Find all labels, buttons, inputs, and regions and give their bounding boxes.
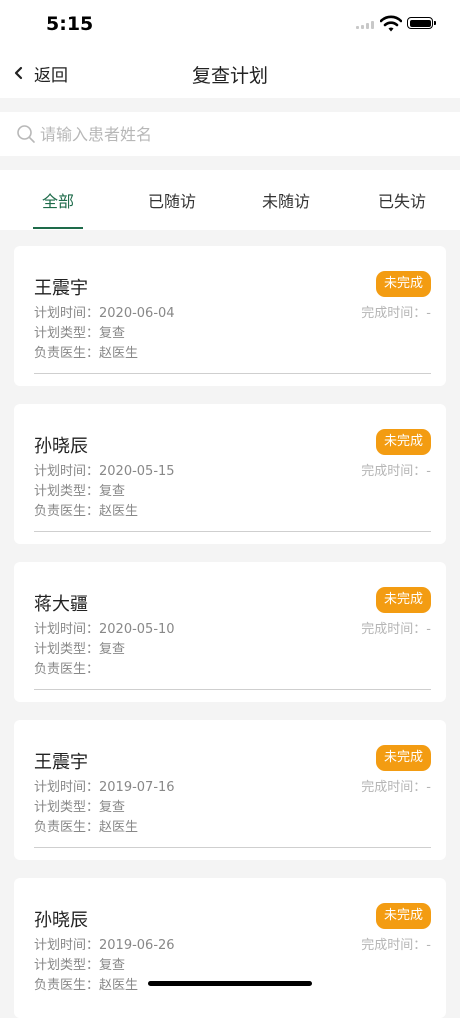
- patient-name: 蒋大疆: [34, 594, 88, 615]
- doctor-line: 负责医生：赵医生: [34, 346, 139, 361]
- card-divider: [34, 689, 431, 690]
- filter-tabs: 全部 已随访 未随访 已失访: [0, 170, 460, 230]
- tab-lost-follow-up[interactable]: 已失访: [354, 170, 450, 230]
- patient-name: 王震宇: [34, 752, 88, 773]
- wifi-icon: [380, 15, 402, 32]
- patient-name: 王震宇: [34, 278, 88, 299]
- complete-time: 完成时间：-: [361, 780, 431, 795]
- status-badge: 未完成: [375, 271, 431, 297]
- navigation-bar: 返回 复查计划: [0, 48, 460, 98]
- card-divider: [34, 847, 431, 848]
- status-badge: 未完成: [375, 745, 431, 771]
- plan-type-line: 计划类型：复查: [34, 800, 126, 815]
- doctor-line: 负责医生：赵医生: [34, 820, 139, 835]
- plan-type-line: 计划类型：复查: [34, 484, 126, 499]
- status-badge: 未完成: [375, 429, 431, 455]
- card-divider: [34, 373, 431, 374]
- plan-card[interactable]: 王震宇 未完成 计划时间：2019-07-16 完成时间：- 计划类型：复查 负…: [14, 720, 446, 860]
- tab-all[interactable]: 全部: [10, 170, 106, 230]
- doctor-line: 负责医生：赵医生: [34, 978, 139, 993]
- status-badge: 未完成: [375, 903, 431, 929]
- home-indicator[interactable]: [148, 981, 312, 986]
- complete-time: 完成时间：-: [361, 306, 431, 321]
- plan-time-line: 计划时间：2019-07-16: [34, 780, 175, 795]
- doctor-line: 负责医生：: [34, 662, 100, 677]
- status-time: 5:15: [46, 13, 94, 35]
- search-input[interactable]: [40, 120, 440, 148]
- status-badge: 未完成: [375, 587, 431, 613]
- plan-time-line: 计划时间：2020-05-15: [34, 464, 175, 479]
- plan-time-line: 计划时间：2020-05-10: [34, 622, 175, 637]
- tab-followed-up[interactable]: 已随访: [124, 170, 220, 230]
- status-bar: 5:15: [0, 0, 460, 48]
- search-icon: [17, 125, 35, 143]
- battery-icon: [407, 17, 436, 29]
- plan-card[interactable]: 蒋大疆 未完成 计划时间：2020-05-10 完成时间：- 计划类型：复查 负…: [14, 562, 446, 702]
- search-bar: [0, 112, 460, 156]
- complete-time: 完成时间：-: [361, 938, 431, 953]
- plan-time-line: 计划时间：2019-06-26: [34, 938, 175, 953]
- complete-time: 完成时间：-: [361, 622, 431, 637]
- complete-time: 完成时间：-: [361, 464, 431, 479]
- active-tab-indicator: [33, 227, 83, 229]
- plan-type-line: 计划类型：复查: [34, 326, 126, 341]
- patient-name: 孙晓辰: [34, 910, 88, 931]
- plan-card[interactable]: 孙晓辰 未完成 计划时间：2020-05-15 完成时间：- 计划类型：复查 负…: [14, 404, 446, 544]
- plan-card[interactable]: 王震宇 未完成 计划时间：2020-06-04 完成时间：- 计划类型：复查 负…: [14, 246, 446, 386]
- patient-name: 孙晓辰: [34, 436, 88, 457]
- page-title: 复查计划: [191, 65, 268, 87]
- cellular-signal-icon: [356, 21, 374, 29]
- tab-not-followed-up[interactable]: 未随访: [238, 170, 334, 230]
- plan-type-line: 计划类型：复查: [34, 642, 126, 657]
- plan-type-line: 计划类型：复查: [34, 958, 126, 973]
- card-divider: [34, 531, 431, 532]
- plan-card[interactable]: 孙晓辰 未完成 计划时间：2019-06-26 完成时间：- 计划类型：复查 负…: [14, 878, 446, 1018]
- plan-time-line: 计划时间：2020-06-04: [34, 306, 175, 321]
- doctor-line: 负责医生：赵医生: [34, 504, 139, 519]
